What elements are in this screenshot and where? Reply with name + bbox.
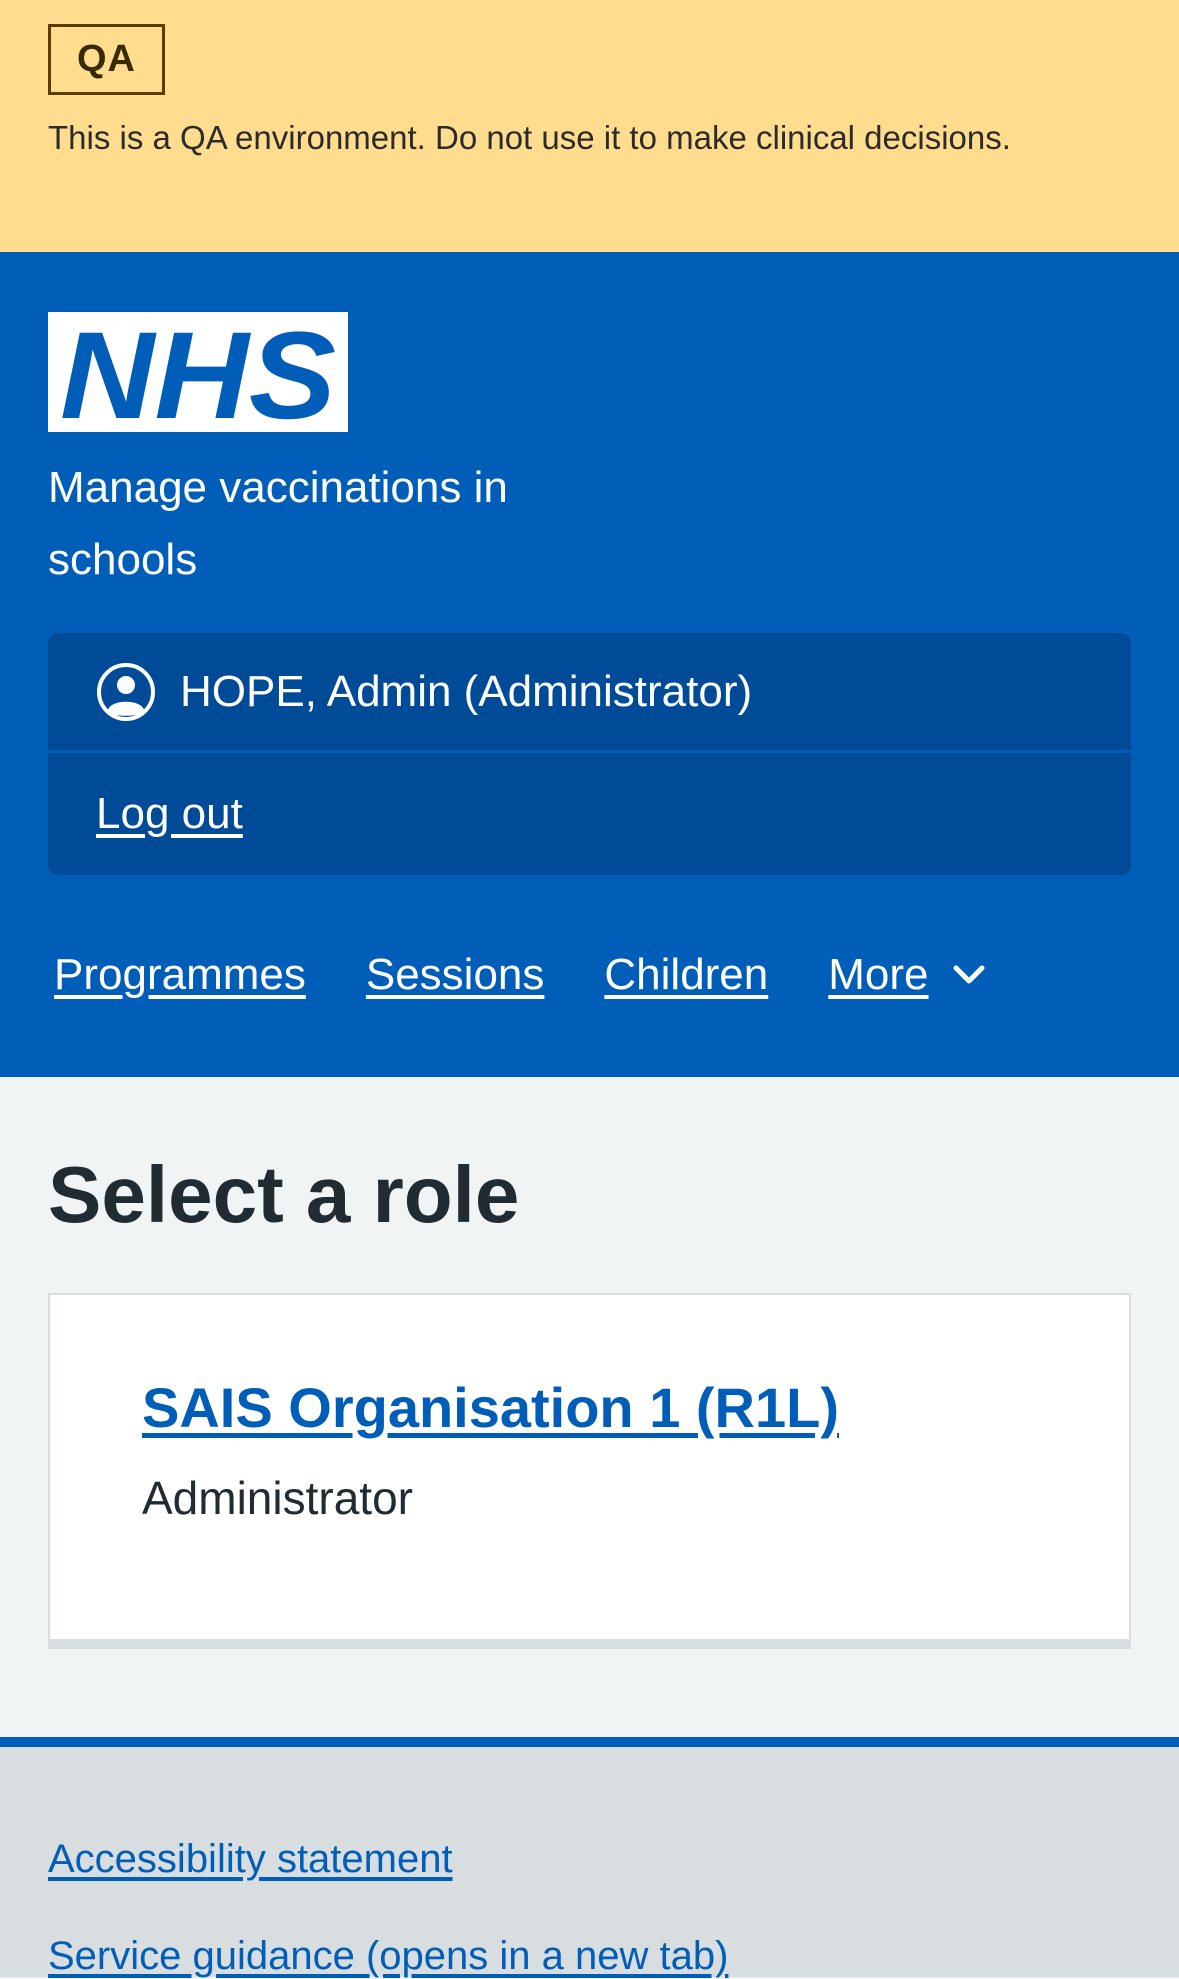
logout-link[interactable]: Log out	[96, 789, 243, 839]
nav-more-button[interactable]: More	[828, 950, 990, 1000]
nav-more-label: More	[828, 950, 929, 999]
environment-tag: QA	[48, 24, 165, 95]
environment-message: This is a QA environment. Do not use it …	[48, 119, 1011, 156]
nav-item-sessions[interactable]: Sessions	[366, 950, 545, 1000]
page-title: Select a role	[48, 1150, 520, 1239]
footer-link-accessibility[interactable]: Accessibility statement	[48, 1837, 453, 1882]
nav-item-programmes[interactable]: Programmes	[54, 950, 306, 1000]
account-user-label: HOPE, Admin (Administrator)	[180, 666, 753, 716]
user-circle-icon	[97, 662, 155, 721]
role-card: SAIS Organisation 1 (R1L) Administrator	[48, 1293, 1131, 1641]
service-name: Manage vaccinations in schools	[48, 463, 508, 584]
nav-item-children[interactable]: Children	[604, 950, 768, 1000]
account-user: HOPE, Admin (Administrator)	[48, 633, 1131, 753]
role-organisation-link[interactable]: SAIS Organisation 1 (R1L)	[142, 1375, 839, 1440]
chevron-down-icon	[953, 965, 985, 984]
role-name: Administrator	[142, 1472, 413, 1524]
environment-banner: QA This is a QA environment. Do not use …	[0, 0, 1179, 252]
primary-navigation: Programmes Sessions Children More	[54, 940, 991, 1010]
nhs-logo[interactable]: NHS	[48, 307, 348, 445]
account-panel: HOPE, Admin (Administrator) Log out	[48, 633, 1131, 875]
footer-link-service-guidance[interactable]: Service guidance (opens in a new tab)	[48, 1934, 728, 1979]
site-footer: Accessibility statement Service guidance…	[0, 1737, 1179, 1979]
nhs-logo-text: NHS	[60, 312, 336, 432]
account-logout-row: Log out	[48, 753, 1131, 875]
